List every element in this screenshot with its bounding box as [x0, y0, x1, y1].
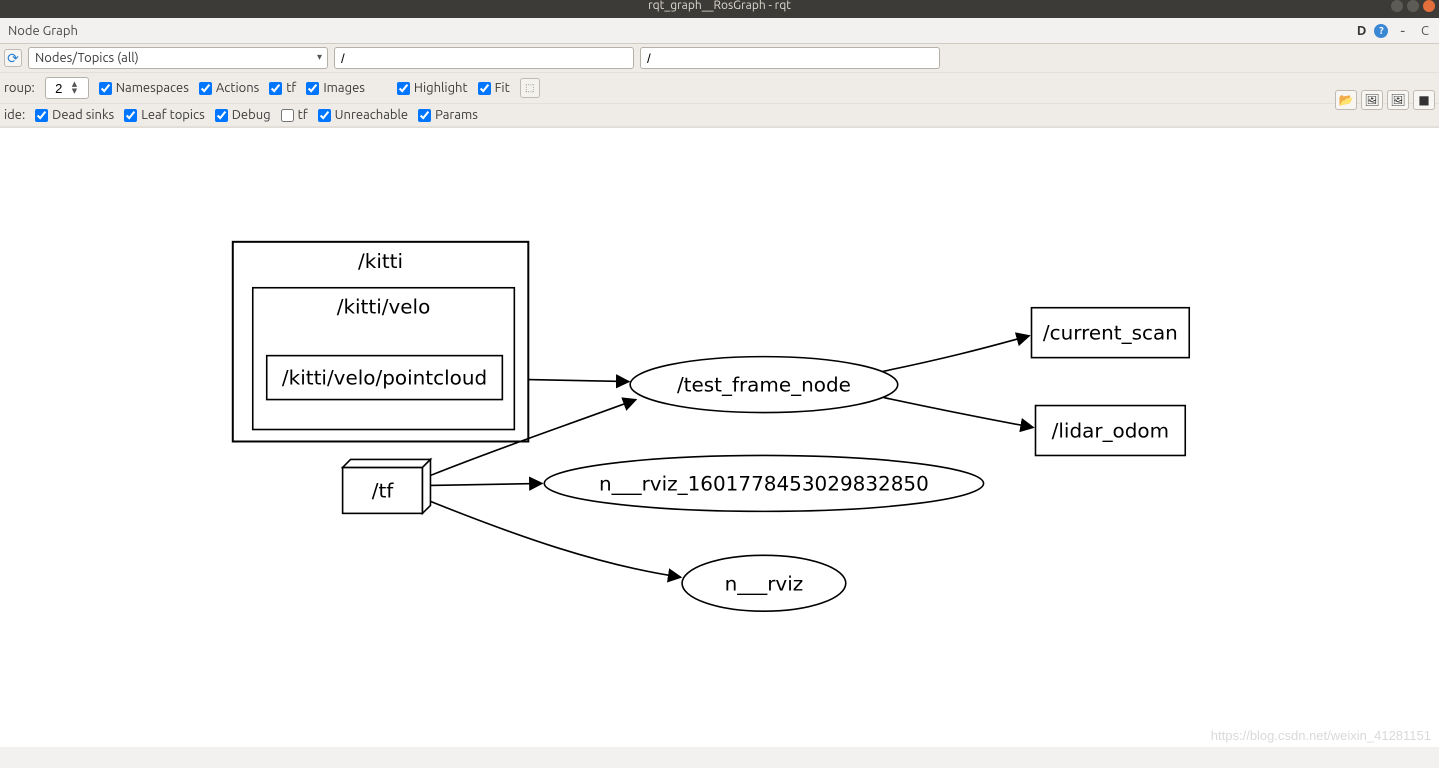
leaf-topics-checkbox[interactable] [124, 109, 137, 122]
fit-checkbox-label[interactable]: Fit [478, 81, 510, 95]
menubar-right-icons: D ? - C [1357, 22, 1437, 40]
group-kitti-velo-label: /kitti/velo [337, 295, 431, 319]
node-tf-label: /tf [372, 478, 395, 502]
node-rviz-long-label: n___rviz_1601778453029832850 [599, 471, 929, 495]
edge-pointcloud-testframe [528, 380, 629, 382]
node-test-frame-node-label: /test_frame_node [677, 373, 851, 397]
edge-testframe-lidarodom [884, 398, 1034, 428]
namespaces-checkbox-label[interactable]: Namespaces [99, 81, 189, 95]
node-pointcloud-label: /kitti/velo/pointcloud [282, 366, 487, 390]
edge-testframe-currentscan [882, 336, 1030, 372]
params-checkbox-label[interactable]: Params [418, 108, 478, 122]
graph-type-combo-value: Nodes/Topics (all) [35, 51, 139, 65]
leaf-topics-checkbox-label[interactable]: Leaf topics [124, 108, 205, 122]
debug-checkbox-label[interactable]: Debug [215, 108, 271, 122]
refresh-icon: ⟳ [7, 50, 19, 67]
dead-sinks-checkbox[interactable] [35, 109, 48, 122]
tf-group-checkbox-label[interactable]: tf [269, 81, 296, 95]
graph-svg: /kitti /kitti/velo /kitti/velo/pointclou… [0, 128, 1439, 747]
window-maximize-button[interactable] [1407, 0, 1419, 12]
save-svg-button[interactable] [1387, 90, 1409, 110]
unreachable-checkbox-label[interactable]: Unreachable [318, 108, 408, 122]
expand-button[interactable]: ⬚ [520, 78, 540, 98]
edge-tf-rviz [430, 501, 681, 577]
tf-hide-checkbox[interactable] [281, 109, 294, 122]
save-dot-button[interactable] [1361, 90, 1383, 110]
highlight-checkbox[interactable] [397, 82, 410, 95]
window-minimize-button[interactable] [1391, 0, 1403, 12]
images-checkbox[interactable] [306, 82, 319, 95]
group-depth-spin[interactable]: ▲▼ [72, 81, 77, 95]
debug-checkbox[interactable] [215, 109, 228, 122]
window-titlebar: rqt_graph__RosGraph - rqt [0, 0, 1439, 18]
params-checkbox[interactable] [418, 109, 431, 122]
graph-type-combo[interactable]: Nodes/Topics (all) [28, 47, 328, 69]
actions-checkbox[interactable] [199, 82, 212, 95]
toolbar-row-1: ⟳ Nodes/Topics (all) [0, 44, 1439, 73]
refresh-button[interactable]: ⟳ [4, 49, 22, 67]
hide-label: ide: [4, 108, 25, 122]
images-checkbox-label[interactable]: Images [306, 81, 365, 95]
save-image-button[interactable] [1413, 90, 1435, 110]
group-depth-input[interactable] [46, 80, 72, 97]
fit-checkbox[interactable] [478, 82, 491, 95]
tf-group-checkbox[interactable] [269, 82, 282, 95]
unreachable-checkbox[interactable] [318, 109, 331, 122]
toolbar-row-hide: ide: Dead sinks Leaf topics Debug tf Unr… [0, 104, 1439, 127]
node-filter-input[interactable] [334, 47, 634, 69]
dead-sinks-checkbox-label[interactable]: Dead sinks [35, 108, 114, 122]
window-close-button[interactable] [1423, 0, 1435, 12]
group-depth-stepper[interactable]: ▲▼ [45, 77, 89, 99]
load-dot-button[interactable] [1335, 90, 1357, 110]
d-label: D [1357, 24, 1366, 38]
edge-tf-rvizlong [430, 483, 542, 485]
menubar: Node Graph D ? - C [0, 18, 1439, 44]
window-controls [1391, 0, 1435, 12]
group-kitti-label: /kitti [358, 249, 403, 273]
toolbar-row-group: roup: ▲▼ Namespaces Actions tf Images Hi… [0, 73, 1439, 104]
actions-checkbox-label[interactable]: Actions [199, 81, 259, 95]
plugin-title: Node Graph [2, 24, 84, 38]
close-plugin-button[interactable]: C [1417, 24, 1433, 38]
undock-button[interactable]: - [1396, 22, 1409, 40]
watermark: https://blog.csdn.net/weixin_41281151 [1211, 728, 1431, 743]
topic-filter-input[interactable] [640, 47, 940, 69]
node-rviz-label: n___rviz [725, 571, 804, 595]
graph-canvas[interactable]: /kitti /kitti/velo /kitti/velo/pointclou… [0, 127, 1439, 747]
right-toolbar [1335, 90, 1435, 110]
namespaces-checkbox[interactable] [99, 82, 112, 95]
window-title: rqt_graph__RosGraph - rqt [648, 0, 791, 12]
node-current-scan-label: /current_scan [1043, 321, 1178, 345]
node-lidar-odom-label: /lidar_odom [1052, 419, 1169, 443]
help-icon[interactable]: ? [1374, 24, 1388, 38]
tf-hide-checkbox-label[interactable]: tf [281, 108, 308, 122]
highlight-checkbox-label[interactable]: Highlight [397, 81, 468, 95]
group-label: roup: [4, 81, 35, 95]
